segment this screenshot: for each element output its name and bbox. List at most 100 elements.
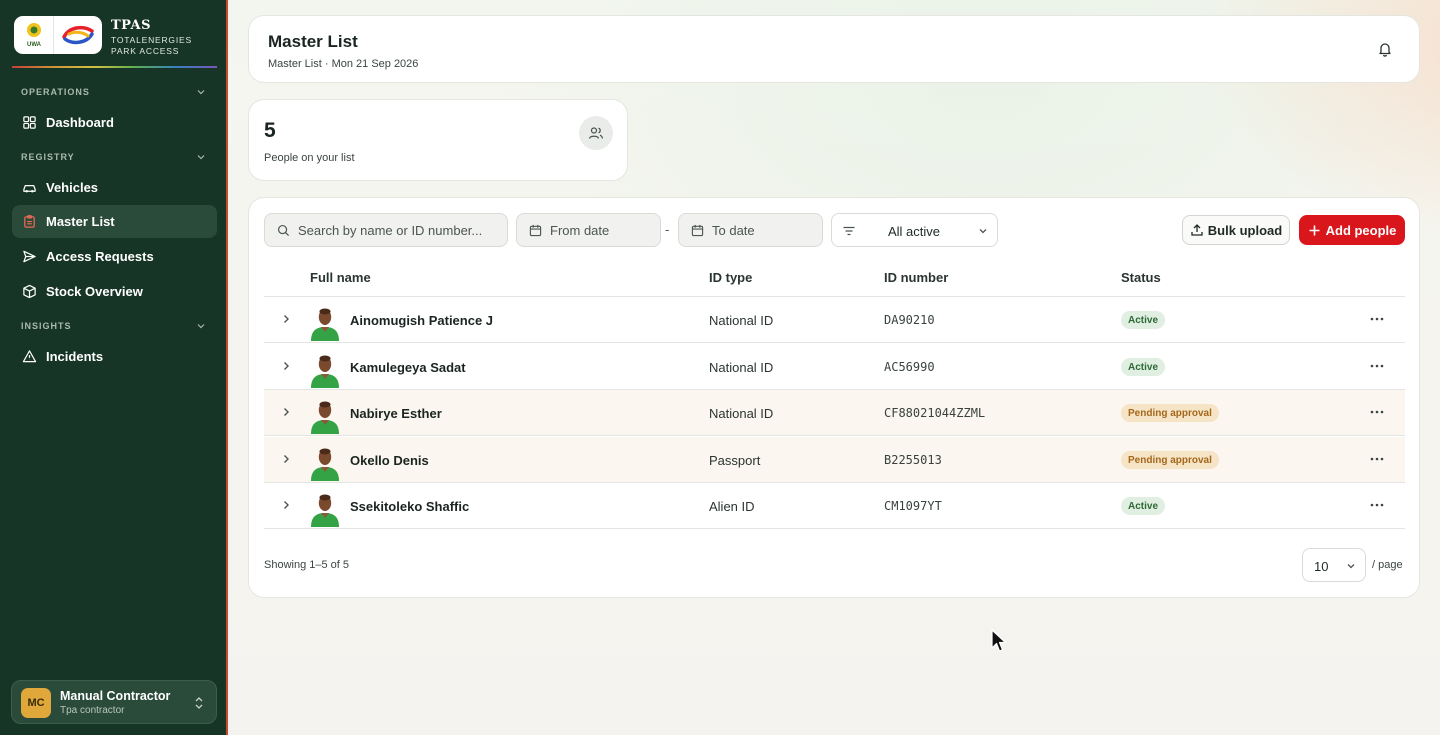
id-type: National ID bbox=[709, 406, 774, 421]
per-page-label: / page bbox=[1372, 559, 1403, 571]
table-row[interactable]: Ainomugish Patience J National ID DA90210 A… bbox=[264, 297, 1405, 343]
more-options-icon[interactable] bbox=[1369, 405, 1385, 419]
calendar-icon bbox=[529, 224, 542, 236]
bulk-upload-button[interactable]: Bulk upload bbox=[1182, 215, 1290, 245]
add-people-button[interactable]: Add people bbox=[1299, 215, 1405, 245]
search-icon bbox=[277, 224, 290, 236]
person-name[interactable]: Okello Denis bbox=[350, 453, 429, 468]
brand-divider bbox=[12, 66, 217, 68]
sidebar-item-dashboard[interactable]: Dashboard bbox=[12, 106, 217, 139]
person-name[interactable]: Ainomugish Patience J bbox=[350, 313, 493, 328]
user-menu[interactable]: MC Manual Contractor Tpa contractor bbox=[11, 680, 217, 724]
status-badge: Pending approval bbox=[1121, 404, 1219, 422]
uwa-logo-text: UWA bbox=[27, 42, 42, 48]
master-list-table-card: Search by name or ID number... From date… bbox=[248, 197, 1420, 598]
people-count-label: People on your list bbox=[264, 152, 355, 164]
status-badge: Active bbox=[1121, 358, 1166, 376]
page-header: Master List Master List · Mon 21 Sep 202… bbox=[248, 15, 1420, 83]
table-row[interactable]: Okello Denis Passport B2255013 Pending appr… bbox=[264, 437, 1405, 483]
chevron-right-icon[interactable] bbox=[280, 453, 292, 465]
filter-icon bbox=[843, 226, 855, 236]
chevron-down-icon[interactable] bbox=[196, 321, 206, 331]
status-badge: Pending approval bbox=[1121, 451, 1219, 469]
column-header-full-name[interactable]: Full name bbox=[310, 270, 371, 285]
mouse-cursor-icon bbox=[991, 629, 1007, 652]
from-date-placeholder: From date bbox=[550, 222, 610, 238]
chevron-down-icon bbox=[979, 229, 987, 234]
table-row[interactable]: Kamulegeya Sadat National ID AC56990 Active bbox=[264, 344, 1405, 390]
sidebar-item-label: Incidents bbox=[46, 349, 104, 364]
page-size-select[interactable]: 10 bbox=[1302, 548, 1366, 582]
section-label-operations[interactable]: OPERATIONS bbox=[21, 87, 90, 97]
user-name: Manual Contractor bbox=[60, 689, 171, 703]
person-name[interactable]: Nabirye Esther bbox=[350, 406, 442, 421]
upload-icon bbox=[1191, 224, 1203, 236]
sidebar-item-vehicles[interactable]: Vehicles bbox=[12, 171, 217, 204]
sidebar-item-incidents[interactable]: Incidents bbox=[12, 340, 217, 373]
id-type: National ID bbox=[709, 360, 774, 375]
more-options-icon[interactable] bbox=[1369, 452, 1385, 466]
table-row[interactable]: Ssekitoleko Shaffic Alien ID CM1097YT Activ… bbox=[264, 483, 1405, 529]
sidebar-item-stock-overview[interactable]: Stock Overview bbox=[12, 275, 217, 308]
bulk-upload-label: Bulk upload bbox=[1207, 222, 1283, 238]
sidebar-item-access-requests[interactable]: Access Requests bbox=[12, 240, 217, 273]
pagination-summary: Showing 1–5 of 5 bbox=[264, 559, 350, 571]
chevron-right-icon[interactable] bbox=[280, 313, 292, 325]
brand-title: TPAS bbox=[111, 18, 151, 33]
status-filter-value: All active bbox=[888, 224, 941, 239]
person-name[interactable]: Kamulegeya Sadat bbox=[350, 360, 466, 375]
id-number: AC56990 bbox=[884, 360, 935, 374]
sidebar-item-label: Access Requests bbox=[46, 249, 154, 264]
user-role: Tpa contractor bbox=[60, 705, 125, 716]
from-date-input[interactable]: From date bbox=[516, 213, 661, 247]
brand-logos[interactable]: UWA bbox=[14, 16, 102, 54]
id-number: CF88021044ZZML bbox=[884, 406, 986, 420]
person-name[interactable]: Ssekitoleko Shaffic bbox=[350, 499, 469, 514]
uwa-logo: UWA bbox=[14, 16, 54, 54]
avatar: MC bbox=[21, 688, 51, 718]
section-label-registry[interactable]: REGISTRY bbox=[21, 152, 75, 162]
column-header-status[interactable]: Status bbox=[1121, 270, 1161, 285]
search-input[interactable]: Search by name or ID number... bbox=[264, 213, 508, 247]
add-people-label: Add people bbox=[1325, 222, 1397, 238]
id-number: DA90210 bbox=[884, 313, 935, 327]
column-header-id-number[interactable]: ID number bbox=[884, 270, 948, 285]
chevron-right-icon[interactable] bbox=[280, 499, 292, 511]
brand-subtitle-line1: TOTALENERGIES bbox=[111, 35, 192, 45]
send-icon bbox=[23, 250, 36, 263]
id-type: National ID bbox=[709, 313, 774, 328]
sidebar: UWA TPAS TOTALENERGIES PARK ACCESS OPERA… bbox=[0, 0, 228, 735]
chevron-right-icon[interactable] bbox=[280, 406, 292, 418]
car-icon bbox=[23, 185, 36, 193]
column-header-id-type[interactable]: ID type bbox=[709, 270, 752, 285]
calendar-icon bbox=[691, 224, 704, 236]
more-options-icon[interactable] bbox=[1369, 359, 1385, 373]
table-row[interactable]: Nabirye Esther National ID CF88021044ZZML P… bbox=[264, 390, 1405, 436]
to-date-input[interactable]: To date bbox=[678, 213, 823, 247]
person-avatar-icon bbox=[311, 494, 339, 527]
clipboard-icon bbox=[24, 215, 35, 228]
people-count-value: 5 bbox=[264, 119, 276, 142]
chevron-right-icon[interactable] bbox=[280, 360, 292, 372]
person-avatar-icon bbox=[311, 401, 339, 434]
chevron-down-icon[interactable] bbox=[196, 87, 206, 97]
status-filter-select[interactable]: All active bbox=[831, 213, 998, 247]
person-avatar-icon bbox=[311, 355, 339, 388]
users-icon bbox=[579, 116, 613, 150]
more-options-icon[interactable] bbox=[1369, 312, 1385, 326]
sidebar-item-label: Vehicles bbox=[46, 180, 99, 195]
sidebar-item-label: Dashboard bbox=[46, 115, 114, 130]
sidebar-item-master-list[interactable]: Master List bbox=[12, 205, 217, 238]
warning-icon bbox=[22, 350, 37, 363]
person-avatar-icon bbox=[311, 448, 339, 481]
more-options-icon[interactable] bbox=[1369, 498, 1385, 512]
brand-text: TPAS TOTALENERGIES PARK ACCESS bbox=[111, 18, 192, 57]
brand-subtitle-line2: PARK ACCESS bbox=[111, 46, 180, 56]
section-label-insights[interactable]: INSIGHTS bbox=[21, 321, 72, 331]
bell-icon[interactable] bbox=[1377, 41, 1393, 57]
chevrons-up-down-icon[interactable] bbox=[192, 695, 206, 711]
id-number: CM1097YT bbox=[884, 499, 942, 513]
chevron-down-icon[interactable] bbox=[196, 152, 206, 162]
person-avatar-icon bbox=[311, 308, 339, 341]
sidebar-item-label: Stock Overview bbox=[46, 284, 143, 299]
